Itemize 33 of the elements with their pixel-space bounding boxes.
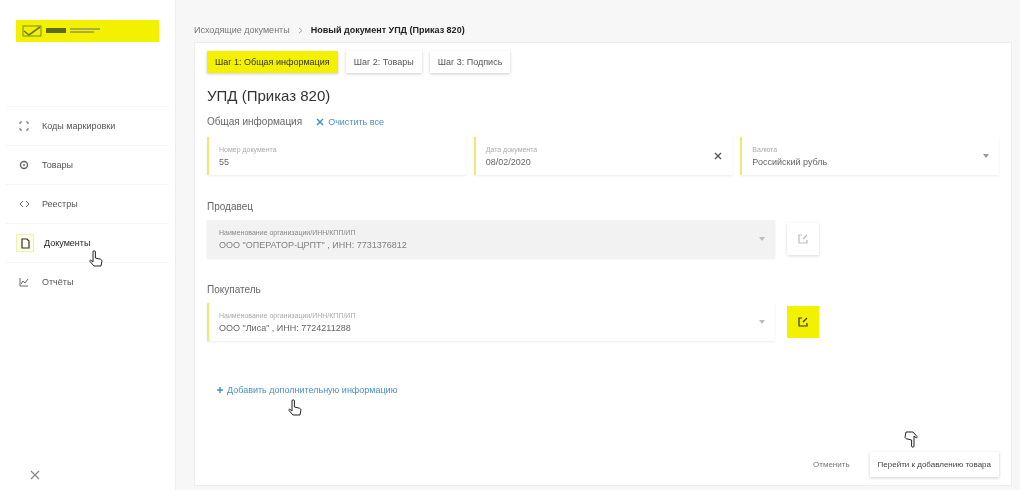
- close-icon[interactable]: [30, 470, 40, 480]
- close-icon: [316, 117, 325, 126]
- clear-icon[interactable]: [714, 152, 723, 160]
- dropdown-arrow-icon[interactable]: [759, 320, 765, 324]
- breadcrumb-link[interactable]: Исходящие документы: [194, 25, 290, 35]
- logo-icon: [16, 20, 159, 42]
- next-button[interactable]: Перейти к добавлению товара: [869, 452, 999, 477]
- chart-icon: [19, 277, 29, 287]
- document-icon: [20, 237, 30, 249]
- sidebar-item[interactable]: Реестры: [6, 184, 169, 223]
- step-tab[interactable]: Шаг 2: Товары: [345, 51, 422, 73]
- edit-icon: [798, 317, 808, 327]
- add-info-link[interactable]: Добавить дополнительную информацию: [217, 385, 999, 395]
- sidebar-item[interactable]: Коды маркировки: [6, 106, 169, 145]
- breadcrumb-separator: [297, 26, 303, 34]
- dropdown-arrow-icon[interactable]: [983, 154, 989, 158]
- section-heading: Покупатель: [207, 284, 262, 295]
- plus-icon: [217, 387, 223, 393]
- edit-button[interactable]: [787, 306, 819, 338]
- clear-all-link[interactable]: Очистить все: [316, 116, 384, 127]
- document-title: УПД (Приказ 820): [207, 87, 332, 104]
- hand-cursor-icon: [88, 250, 104, 268]
- section-heading: Общая информация: [207, 116, 303, 127]
- step-tab[interactable]: Шаг 1: Общая информация: [207, 51, 338, 73]
- breadcrumb-current: Новый документ УПД (Приказ 820): [310, 25, 465, 35]
- sidebar-item[interactable]: Товары: [6, 145, 169, 184]
- edit-icon: [798, 234, 808, 244]
- section-heading: Продавец: [207, 201, 254, 212]
- step-tab[interactable]: Шаг 3: Подпись: [429, 51, 511, 73]
- hand-cursor-icon: [903, 430, 919, 448]
- hand-cursor-icon: [287, 399, 303, 417]
- frame-icon: [19, 121, 29, 131]
- code-icon: [18, 199, 30, 209]
